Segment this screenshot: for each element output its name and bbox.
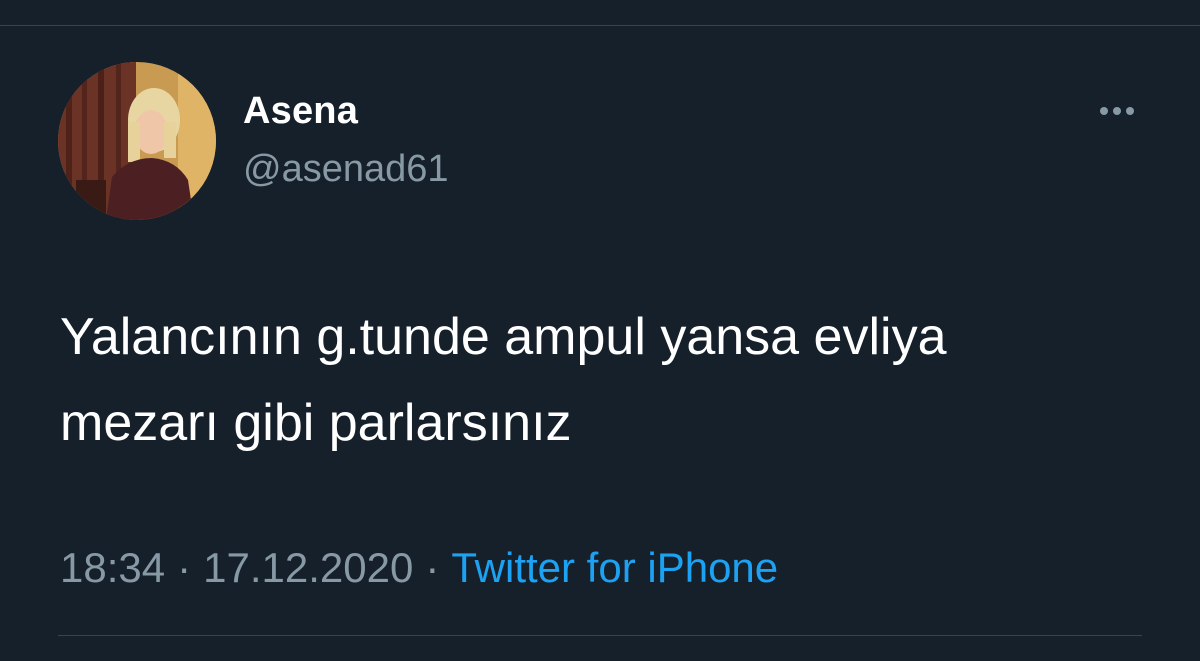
- tweet-date: 17.12.2020: [203, 544, 414, 591]
- avatar[interactable]: [58, 62, 216, 220]
- more-dots-icon[interactable]: [1092, 96, 1142, 126]
- tweet-text: Yalancının g.tunde ampul yansa evliya me…: [60, 308, 947, 452]
- tweet-source-link[interactable]: Twitter for iPhone: [451, 544, 778, 591]
- meta-separator: ·: [425, 544, 440, 591]
- dot: [1113, 107, 1121, 115]
- author-name[interactable]: Asena: [243, 90, 358, 133]
- tweet-time: 18:34: [60, 544, 166, 591]
- dot: [1100, 107, 1108, 115]
- bottom-divider: [58, 635, 1142, 636]
- author-handle[interactable]: @asenad61: [243, 148, 449, 191]
- meta-separator: ·: [177, 544, 192, 591]
- dot: [1126, 107, 1134, 115]
- avatar-image: [58, 62, 216, 220]
- top-divider: [0, 25, 1200, 26]
- tweet-meta: 18:34 · 17.12.2020 · Twitter for iPhone: [60, 544, 778, 592]
